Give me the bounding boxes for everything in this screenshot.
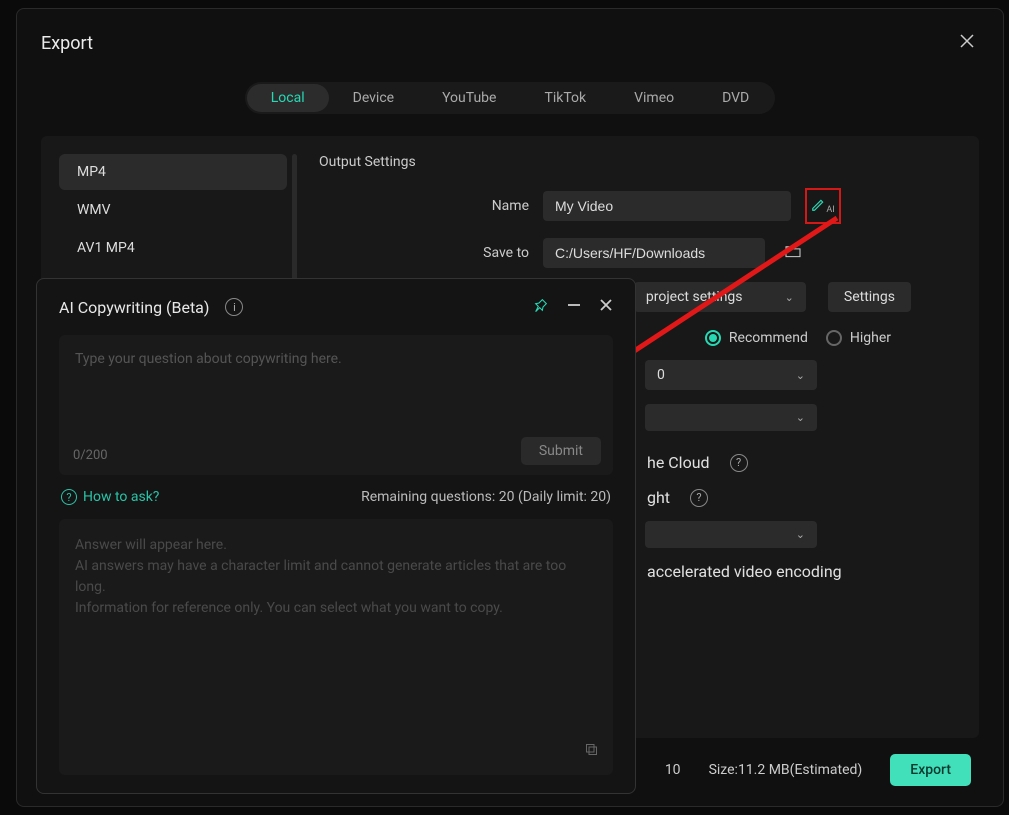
radio-selected-icon <box>705 330 721 346</box>
info-icon[interactable]: ? <box>690 489 708 507</box>
ai-copywriting-icon[interactable]: AI <box>805 188 841 224</box>
saveto-input[interactable] <box>543 238 765 268</box>
format-av1mp4[interactable]: AV1 MP4 <box>59 230 287 266</box>
ai-answer-area: Answer will appear here. AI answers may … <box>59 519 613 775</box>
cloud-text-partial: he Cloud <box>647 453 710 472</box>
ght-text-partial: ght <box>647 488 670 507</box>
chevron-down-icon: ⌄ <box>796 411 805 424</box>
tab-tiktok[interactable]: TikTok <box>520 84 610 112</box>
dropdown-3[interactable]: ⌄ <box>645 521 817 548</box>
format-wmv[interactable]: WMV <box>59 192 287 228</box>
tab-device[interactable]: Device <box>329 84 418 112</box>
info-icon[interactable]: i <box>225 298 243 316</box>
dialog-header: Export <box>41 29 979 58</box>
ai-prompt-input[interactable]: Type your question about copywriting her… <box>59 335 613 475</box>
radio-icon <box>826 330 842 346</box>
ai-panel-title: AI Copywriting (Beta) <box>59 298 209 317</box>
pin-icon[interactable] <box>533 297 549 317</box>
preset-value: project settings <box>646 289 743 305</box>
submit-button[interactable]: Submit <box>521 437 601 465</box>
name-input[interactable] <box>543 191 791 221</box>
prompt-placeholder: Type your question about copywriting her… <box>75 351 597 367</box>
how-to-ask-link[interactable]: ? How to ask? <box>61 489 159 505</box>
dropdown-1[interactable]: 0 ⌄ <box>645 360 817 390</box>
close-icon[interactable] <box>955 29 979 58</box>
chevron-down-icon: ⌄ <box>796 369 805 382</box>
dropdown-2[interactable]: ⌄ <box>645 404 817 431</box>
info-icon[interactable]: ? <box>730 454 748 472</box>
close-icon[interactable] <box>599 298 613 316</box>
answer-placeholder-line: Information for reference only. You can … <box>75 598 597 619</box>
tab-youtube[interactable]: YouTube <box>418 84 520 112</box>
tab-dvd[interactable]: DVD <box>698 84 773 112</box>
export-button[interactable]: Export <box>890 754 971 786</box>
question-icon: ? <box>61 489 77 505</box>
format-mp4[interactable]: MP4 <box>59 154 287 190</box>
quality-higher[interactable]: Higher <box>826 330 891 346</box>
export-target-tabs: Local Device YouTube TikTok Vimeo DVD <box>245 82 776 114</box>
preset-dropdown[interactable]: project settings ⌄ <box>634 282 806 312</box>
ai-copywriting-panel: AI Copywriting (Beta) i Type your questi… <box>36 278 636 794</box>
chevron-down-icon: ⌄ <box>785 291 794 304</box>
tab-vimeo[interactable]: Vimeo <box>610 84 698 112</box>
minimize-icon[interactable] <box>567 298 581 316</box>
tabs-row: Local Device YouTube TikTok Vimeo DVD <box>41 82 979 114</box>
quality-recommend[interactable]: Recommend <box>705 330 808 346</box>
dialog-title: Export <box>41 33 93 54</box>
chevron-down-icon: ⌄ <box>796 528 805 541</box>
footer-num: 10 <box>665 762 681 778</box>
folder-icon[interactable] <box>775 244 811 262</box>
answer-placeholder-line: AI answers may have a character limit an… <box>75 556 597 598</box>
quality-radio-group: Recommend Higher <box>705 330 891 346</box>
copy-icon[interactable] <box>584 741 599 764</box>
remaining-questions: Remaining questions: 20 (Daily limit: 20… <box>361 489 611 505</box>
encoding-text-partial: accelerated video encoding <box>647 562 842 581</box>
ai-panel-header: AI Copywriting (Beta) i <box>59 297 613 317</box>
saveto-label: Save to <box>319 245 529 261</box>
name-label: Name <box>319 198 529 214</box>
answer-placeholder-line: Answer will appear here. <box>75 535 597 556</box>
footer-size: Size:11.2 MB(Estimated) <box>709 762 863 778</box>
settings-button[interactable]: Settings <box>828 282 911 312</box>
tab-local[interactable]: Local <box>247 84 329 112</box>
char-count: 0/200 <box>73 448 108 463</box>
output-settings-title: Output Settings <box>319 154 949 170</box>
